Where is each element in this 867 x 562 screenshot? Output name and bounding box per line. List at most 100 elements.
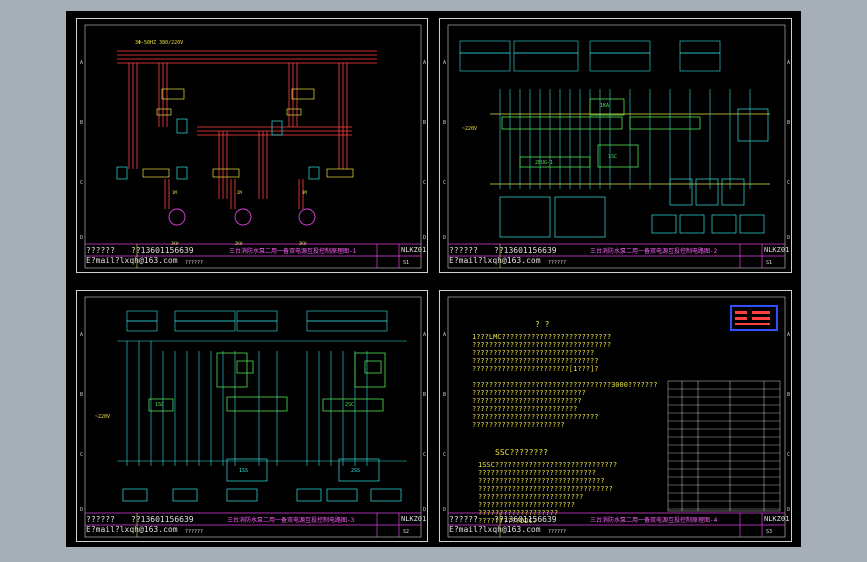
sheet-3-title: 三台消防水泵二用一备双电源互投控制电路图-3 [227,517,355,524]
note-line: ?????????????????????????? [472,397,582,405]
note-line: ????????????????????????? [478,493,584,501]
svg-text:B: B [787,392,790,398]
note-line: ????????????????????????????? [472,349,595,357]
note-line: ??????????????????????? [478,501,575,509]
sheet-2-email: E?mail?lxqh@163.com [449,256,541,265]
sheet-2[interactable]: A B C D A B C D ~220V 1SC 1KA 2EUG-1 ?????? ??… [439,18,792,273]
sheet-4-designer: ?????? [449,515,478,524]
sheet-1-designer: ?????? [86,246,115,255]
sheet-3-schematic: A B C D A B C D [80,296,426,538]
svg-text:D: D [80,235,83,241]
sheet-3-email-extra: ?????? [185,529,204,535]
svg-text:B: B [443,392,446,398]
svg-text:C: C [443,180,446,186]
svg-text:B: B [443,120,446,126]
sheet-1-email-extra: ?????? [185,260,204,266]
svg-text:A: A [80,332,83,338]
sheet-4[interactable]: A B C D A B C D ? ? 1???LMC???????????????????… [439,290,792,542]
note-line: ????????????????????????????????? [472,341,612,349]
svg-text:B: B [80,392,83,398]
sheet-2-unit-2eug: 2EUG-1 [535,160,554,166]
sheet-2-title: 三台消防水泵二用一备双电源互投控制电路图-2 [590,248,718,255]
svg-text:A: A [423,60,426,66]
svg-text:3KW: 3KW [299,241,307,246]
sheet-2-email-extra: ?????? [548,260,567,266]
sheet-2-voltage-label: ~220V [462,126,478,132]
svg-text:A: A [443,332,446,338]
svg-text:3M: 3M [302,190,307,195]
sheet-1-email: E?mail?lxqh@163.com [86,256,178,265]
sheet-3-email: E?mail?lxqh@163.com [86,525,178,534]
sheet-1-page: S1 [403,260,410,266]
svg-text:D: D [443,507,446,513]
sheet-2-unit-1ka: 1KA [600,103,610,109]
sheet-1-title: 三台消防水泵二用一备双电源互投控制原理图-1 [229,248,357,255]
note-line: ?????????????????????????????????3000???… [472,381,658,389]
sheet-3-unit-2sc: 2SC [345,402,355,408]
svg-text:D: D [787,235,790,241]
note-line: ?????????????????????????????? [478,477,605,485]
sheet-3-block-1ss: 1SS [239,468,249,474]
note-line: ???????????????????????????? [478,469,597,477]
svg-text:A: A [443,60,446,66]
sheet-1-schematic: A B C D A B C D 1M 2M 3M 1KW 2KW 3KW [80,24,426,269]
svg-text:C: C [80,452,83,458]
sheet-4-email-extra: ?????? [548,529,567,535]
notes-block-a: 1???LMC?????????????????????????? ??????… [472,333,657,429]
sheet-1-supply-label: 3Φ-50HZ 380/220V [135,40,184,46]
sheet-4-code: NLKZ01 [764,515,790,523]
note-line: ????????????????????????? [472,405,578,413]
svg-text:C: C [787,180,790,186]
sheet-4-phone: ??13601156639 [494,515,557,524]
notes-heading: ? ? [535,320,550,329]
svg-text:D: D [423,507,426,513]
svg-text:A: A [423,332,426,338]
note-line: ???????????????????????[1???]? [472,365,599,373]
sheet-3-page: S2 [403,529,410,535]
svg-text:A: A [787,332,790,338]
sheet-4-title: 三台消防水泵二用一备双电源互投控制原理图-4 [590,517,718,524]
sheet-3-code: NLKZ01 [401,515,427,523]
svg-text:C: C [787,452,790,458]
note-line: 1SSC????????????????????????????? [478,461,618,469]
note-line [472,373,657,381]
sheet-3-voltage-label: ~220V [95,414,111,420]
sheet-3-block-2ss: 2SS [351,468,361,474]
sheet-2-unit-1sc: 1SC [608,154,618,160]
svg-text:D: D [423,235,426,241]
svg-text:C: C [80,180,83,186]
svg-text:B: B [423,120,426,126]
svg-text:C: C [423,452,426,458]
sheet-1[interactable]: A B C D A B C D 1M 2M 3M 1KW 2KW 3KW 3Φ-50HZ 3… [76,18,428,273]
sheet-3[interactable]: A B C D A B C D ~220V 1SC 2SC 1SS 2SS ?????? ?… [76,290,428,542]
svg-text:A: A [787,60,790,66]
drawing-canvas: A B C D A B C D 1M 2M 3M 1KW 2KW 3KW 3Φ-50HZ 3… [66,11,801,547]
legend-swatches [735,311,770,325]
sheet-2-code: NLKZ01 [764,246,790,254]
sheet-3-unit-1sc: 1SC [155,402,165,408]
svg-text:B: B [423,392,426,398]
note-line: 1???LMC?????????????????????????? [472,333,612,341]
svg-text:B: B [80,120,83,126]
svg-text:C: C [443,452,446,458]
sheet-1-code: NLKZ01 [401,246,427,254]
note-line: ?????????????????????? [472,421,565,429]
sheet-2-schematic: A B C D A B C D [443,24,790,269]
sheet-2-phone: ??13601156639 [494,246,557,255]
svg-text:A: A [80,60,83,66]
note-line: ???????????????????????????????? [478,485,613,493]
sheet-2-designer: ?????? [449,246,478,255]
svg-text:C: C [423,180,426,186]
note-line: ?????????????????????????????? [472,413,599,421]
sheet-3-designer: ?????? [86,515,115,524]
svg-text:1M: 1M [172,190,177,195]
svg-text:D: D [80,507,83,513]
ssc-heading: SSC???????? [495,448,548,457]
note-line: ?????????????????????????????? [472,357,599,365]
svg-text:D: D [787,507,790,513]
legend-box [730,305,778,331]
svg-text:D: D [443,235,446,241]
sheet-4-page: S3 [766,529,773,535]
svg-text:2M: 2M [237,190,242,195]
svg-text:B: B [787,120,790,126]
